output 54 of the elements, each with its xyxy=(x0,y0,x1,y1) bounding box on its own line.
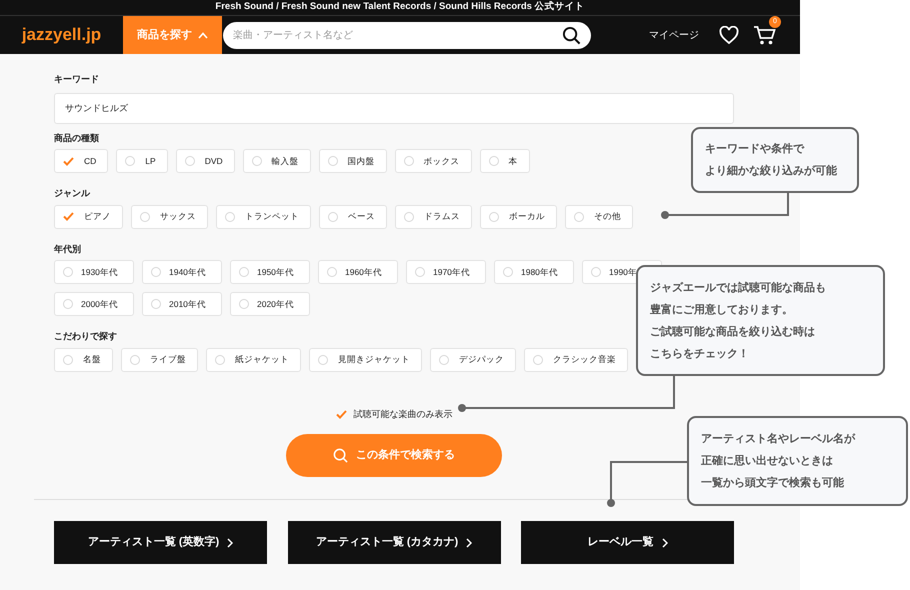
logo[interactable]: jazzyell.jp xyxy=(0,22,123,48)
mypage-link[interactable]: マイページ xyxy=(649,28,699,42)
filter-option[interactable]: トランペット xyxy=(216,204,311,228)
filter-option[interactable]: 見開きジャケット xyxy=(309,348,422,372)
chevron-right-icon xyxy=(227,538,234,548)
callout-tooltip: ジャズエールでは試聴可能な商品も 豊富にご用意しております。 ご試聴可能な商品を絞り込む時は こちらをチェック！ xyxy=(636,265,885,376)
filter-option[interactable]: サックス xyxy=(131,204,208,228)
index-link-button[interactable]: レーベル一覧 xyxy=(521,521,734,564)
filter-option[interactable]: ボックス xyxy=(394,149,472,173)
chevron-up-icon xyxy=(198,32,208,38)
filter-option[interactable]: 2000年代 xyxy=(54,292,134,316)
search-icon[interactable] xyxy=(562,26,581,44)
chevron-right-icon xyxy=(662,538,668,548)
filter-option[interactable]: 2010年代 xyxy=(142,292,222,316)
group-label: 商品の種類 xyxy=(54,132,99,145)
filter-option[interactable]: 紙ジャケット xyxy=(206,348,301,372)
group-label: こだわりで探す xyxy=(54,330,117,343)
filter-option[interactable]: 名盤 xyxy=(54,348,113,372)
site-tagline: Fresh Sound / Fresh Sound new Talent Records / Sound Hills Records 公式サイト xyxy=(215,0,585,14)
index-link-button[interactable]: アーティスト一覧 (カタカナ) xyxy=(288,521,500,564)
search-icon xyxy=(333,448,348,463)
filter-option[interactable]: 国内盤 xyxy=(318,149,387,173)
keyword-field[interactable]: サウンドヒルズ xyxy=(54,92,734,124)
field-label: キーワード xyxy=(54,73,99,86)
filter-option[interactable]: ピアノ xyxy=(54,204,123,228)
filter-option[interactable]: 1980年代 xyxy=(494,260,574,284)
index-link-button[interactable]: アーティスト一覧 (英数字) xyxy=(54,521,267,564)
filter-option[interactable]: 1970年代 xyxy=(406,260,486,284)
filter-option[interactable]: CD xyxy=(54,149,108,173)
filter-option[interactable]: LP xyxy=(116,149,168,173)
search-field[interactable]: 楽曲・アーティスト名など xyxy=(223,22,591,48)
callout-tooltip: キーワードや条件で より細かな絞り込みが可能 xyxy=(691,127,859,193)
filter-option[interactable]: デジパック xyxy=(430,348,516,372)
filter-option[interactable]: 1960年代 xyxy=(318,260,398,284)
filter-option[interactable]: ベース xyxy=(319,204,387,228)
chevron-right-icon xyxy=(466,538,472,548)
filter-option[interactable]: 本 xyxy=(480,149,530,173)
filter-option[interactable]: ドラムス xyxy=(395,204,472,228)
group-label: ジャンル xyxy=(54,187,90,200)
group-label: 年代別 xyxy=(54,242,81,256)
filter-option[interactable]: ボーカル xyxy=(480,204,557,228)
filter-option[interactable]: 2020年代 xyxy=(230,292,310,316)
filter-option[interactable]: 1930年代 xyxy=(54,260,134,284)
filter-option[interactable]: 1950年代 xyxy=(230,260,310,284)
filter-option[interactable]: DVD xyxy=(176,149,235,173)
filter-option[interactable]: ライブ盤 xyxy=(121,348,198,372)
callout-tooltip: アーティスト名やレーベル名が 正確に思い出せないときは 一覧から頭文字で検索も可能 xyxy=(687,416,908,506)
filter-option[interactable]: 1940年代 xyxy=(142,260,222,284)
filter-option[interactable]: クラシック音楽 xyxy=(524,348,628,372)
checkbox-label[interactable]: 試聴可能な楽曲のみ表示 xyxy=(354,408,452,421)
filter-option[interactable]: 輸入盤 xyxy=(242,149,311,173)
cart-icon[interactable] xyxy=(753,24,777,46)
heart-icon[interactable] xyxy=(719,26,739,44)
filter-option[interactable]: その他 xyxy=(565,204,633,228)
